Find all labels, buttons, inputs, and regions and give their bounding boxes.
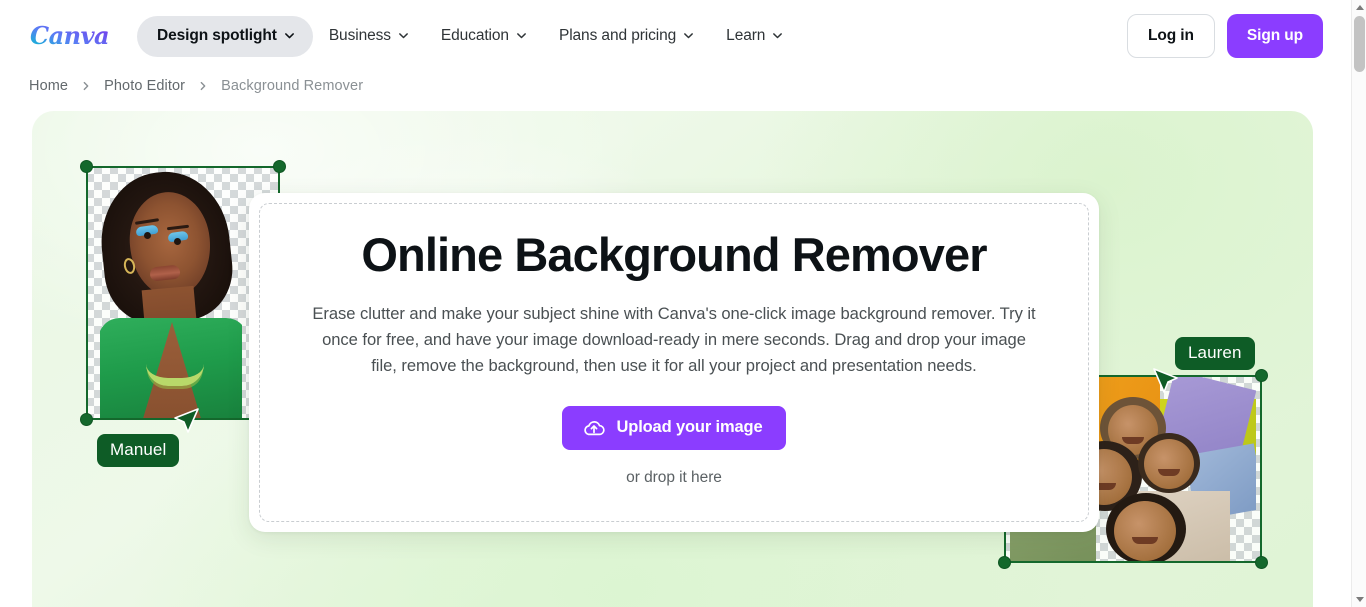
canva-logo[interactable]: Canva xyxy=(29,21,115,51)
nav-item-plans-and-pricing-label: Plans and pricing xyxy=(558,27,677,44)
nav-design-spotlight[interactable]: Design spotlight xyxy=(137,15,313,57)
page-description: Erase clutter and make your subject shin… xyxy=(312,303,1036,375)
triangle-up-icon xyxy=(1355,5,1364,10)
scroll-up-button[interactable] xyxy=(1352,0,1366,15)
collaborator-cursor-lauren xyxy=(1150,364,1184,398)
triangle-down-icon xyxy=(1355,597,1364,602)
chevron-down-icon xyxy=(683,30,694,41)
collaborator-label-manuel: Manuel xyxy=(97,434,180,467)
resize-handle-bottom-left[interactable] xyxy=(998,556,1011,569)
resize-handle-bottom-left[interactable] xyxy=(80,413,93,426)
site-header: Canva Design spotlight Business Educatio… xyxy=(0,0,1351,72)
dropzone-content: Online Background Remover Erase clutter … xyxy=(249,193,1099,532)
drop-hint-text: or drop it here xyxy=(626,468,722,486)
page-title: Online Background Remover xyxy=(361,228,987,281)
chevron-down-icon xyxy=(398,30,409,41)
upload-button-label: Upload your image xyxy=(616,418,763,437)
breadcrumb-item-home[interactable]: Home xyxy=(29,78,68,94)
nav-item-business[interactable]: Business xyxy=(313,16,425,57)
svg-text:Canva: Canva xyxy=(30,21,109,50)
resize-handle-top-right[interactable] xyxy=(273,160,286,173)
header-actions: Log in Sign up xyxy=(1126,14,1323,58)
nav-design-spotlight-label: Design spotlight xyxy=(157,27,277,44)
nav-item-plans-and-pricing[interactable]: Plans and pricing xyxy=(543,16,710,57)
resize-handle-top-left[interactable] xyxy=(80,160,93,173)
signup-button[interactable]: Sign up xyxy=(1226,14,1323,58)
collaborator-cursor-manuel xyxy=(168,404,202,438)
login-button[interactable]: Log in xyxy=(1126,14,1215,58)
upload-your-image-button[interactable]: Upload your image xyxy=(561,405,787,450)
breadcrumb-item-background-remover: Background Remover xyxy=(221,78,364,94)
nav-item-learn[interactable]: Learn xyxy=(710,16,799,57)
cloud-upload-icon xyxy=(582,416,606,440)
chevron-down-icon xyxy=(772,30,783,41)
scrollbar-thumb[interactable] xyxy=(1354,16,1365,72)
page-root: Canva Design spotlight Business Educatio… xyxy=(0,0,1366,607)
upload-dropzone-card[interactable]: Online Background Remover Erase clutter … xyxy=(249,193,1099,532)
nav-item-business-label: Business xyxy=(328,27,391,44)
chevron-down-icon xyxy=(284,30,295,41)
chevron-right-icon xyxy=(185,81,221,91)
collaborator-label-lauren: Lauren xyxy=(1175,337,1255,370)
chevron-down-icon xyxy=(516,30,527,41)
resize-handle-top-right[interactable] xyxy=(1255,369,1268,382)
nav-item-education[interactable]: Education xyxy=(425,16,543,57)
page-scrollbar[interactable] xyxy=(1351,0,1366,607)
breadcrumb-item-photo-editor[interactable]: Photo Editor xyxy=(104,78,185,94)
breadcrumb: Home Photo Editor Background Remover xyxy=(29,72,363,100)
resize-handle-bottom-right[interactable] xyxy=(1255,556,1268,569)
nav-item-education-label: Education xyxy=(440,27,509,44)
chevron-right-icon xyxy=(68,81,104,91)
nav-item-learn-label: Learn xyxy=(726,27,766,44)
scroll-down-button[interactable] xyxy=(1352,592,1366,607)
main-nav: Design spotlight Business Education Plan… xyxy=(137,15,1127,57)
